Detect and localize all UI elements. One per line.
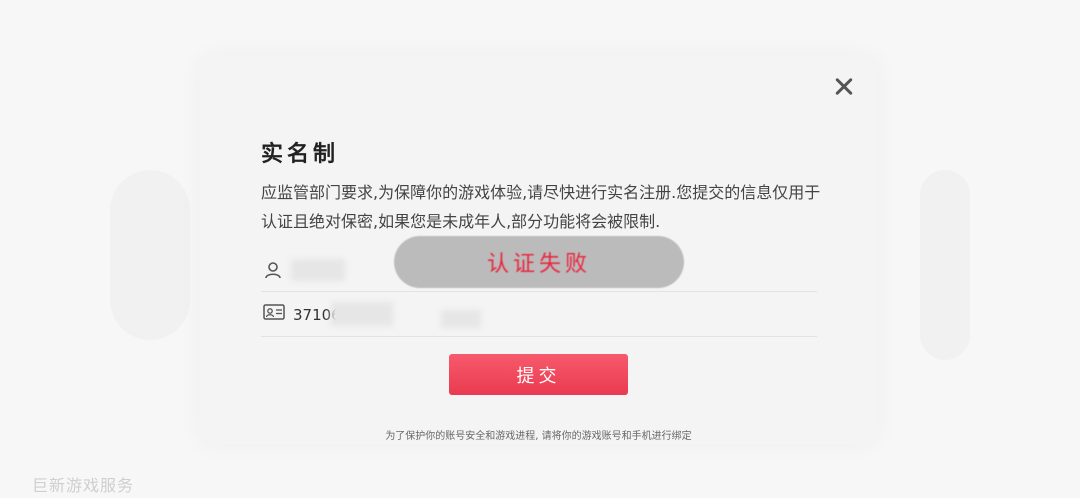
redacted-value	[441, 310, 481, 328]
toast-message: 认证失败	[486, 252, 591, 277]
realname-dialog: 实名制 应监管部门要求,为保障你的游戏体验,请尽快进行实名注册.您提交的信息仅用…	[199, 56, 878, 444]
background-decoration	[920, 170, 970, 360]
id-card-icon	[263, 304, 285, 320]
background-decoration	[110, 170, 190, 340]
background-text: 巨新游戏服务	[32, 476, 135, 495]
user-icon	[265, 262, 281, 279]
id-number-input[interactable]: 3710611090	[261, 296, 817, 337]
dialog-description: 应监管部门要求,为保障你的游戏体验,请尽快进行实名注册.您提交的信息仅用于认证且…	[261, 183, 821, 231]
redacted-value	[331, 302, 393, 326]
error-toast: 认证失败	[394, 236, 684, 288]
submit-button[interactable]: 提交	[449, 354, 628, 395]
close-icon[interactable]	[831, 74, 857, 100]
dialog-title: 实名制	[261, 142, 340, 167]
redacted-value	[291, 259, 345, 281]
footer-note: 为了保护你的账号安全和游戏进程, 请将你的游戏账号和手机进行绑定	[385, 431, 692, 442]
